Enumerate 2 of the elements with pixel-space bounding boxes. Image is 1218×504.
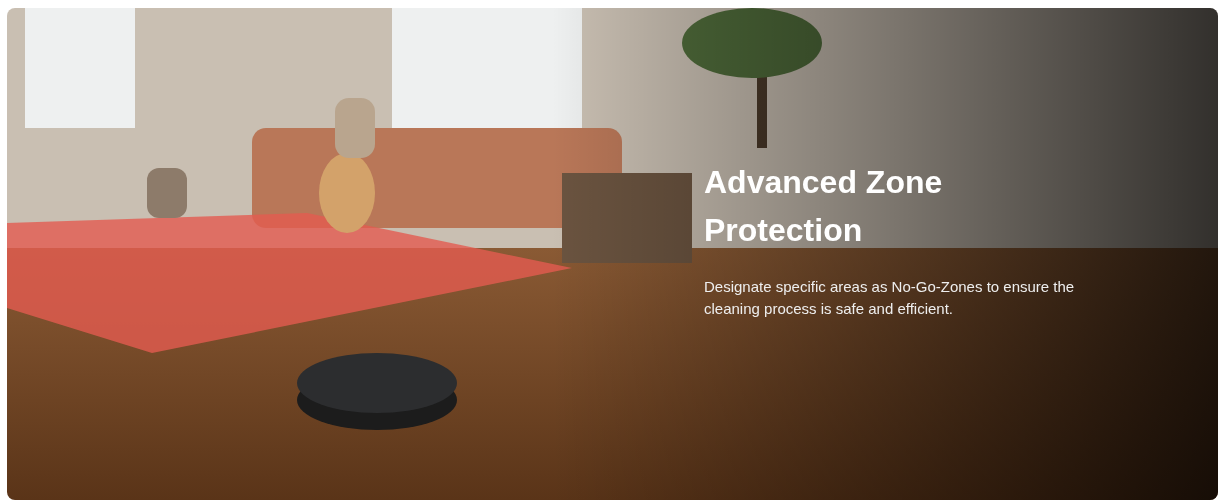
banner-description: Designate specific areas as No-Go-Zones to ensure the cleaning process is safe and efficient. <box>704 277 1076 319</box>
banner-title: Advanced Zone Protection <box>704 163 944 250</box>
